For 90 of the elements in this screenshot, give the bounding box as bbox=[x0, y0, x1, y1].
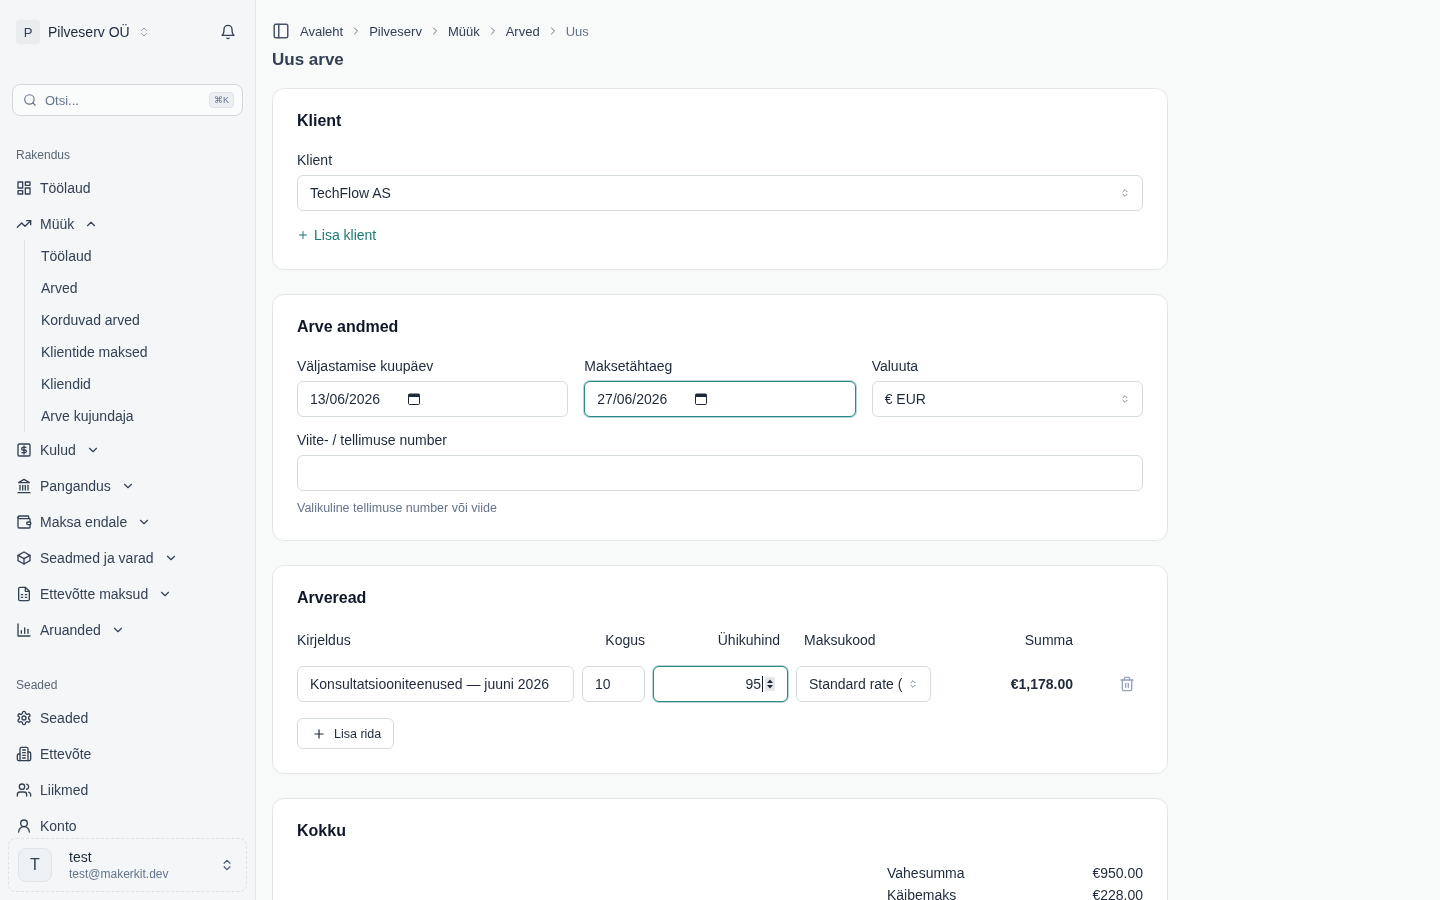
field-label: Maksetähtaeg bbox=[584, 357, 673, 376]
chevrons-up-down-icon bbox=[1120, 394, 1130, 404]
nav-item[interactable]: Konto bbox=[8, 808, 85, 834]
client-select[interactable]: TechFlow AS bbox=[297, 175, 1143, 211]
field-label: Väljastamise kuupäev bbox=[297, 357, 434, 376]
org-switcher[interactable]: P Pilveserv OÜ bbox=[16, 20, 150, 44]
search-field[interactable]: Otsi... ⌘K bbox=[12, 84, 243, 116]
description-input[interactable]: Konsultatsiooniteenused — juuni 2026 bbox=[297, 666, 574, 702]
submenu-item[interactable]: Arved bbox=[25, 272, 78, 304]
line-amount: €1,178.00 bbox=[1010, 676, 1073, 692]
breadcrumb-current-page: Uus bbox=[565, 23, 589, 39]
bar-chart-icon bbox=[16, 622, 32, 638]
date-field[interactable]: 27/06/2026 bbox=[584, 381, 856, 417]
add-client-link[interactable]: Lisa klient bbox=[297, 225, 377, 245]
nav-group-toggle[interactable]: Kulud bbox=[8, 432, 108, 468]
field-label: Klient bbox=[297, 151, 333, 170]
bank-icon bbox=[16, 478, 32, 494]
column-header: Summa bbox=[1024, 631, 1073, 650]
submenu-item[interactable]: Kliendid bbox=[25, 368, 91, 400]
column-header: Ühikuhind bbox=[717, 631, 780, 650]
dashboard-icon bbox=[16, 180, 32, 196]
users-icon bbox=[16, 782, 32, 798]
submenu-item[interactable]: Korduvad arved bbox=[25, 304, 140, 336]
total-label: Vahesumma bbox=[887, 864, 965, 883]
section-label: Rakendus bbox=[15, 147, 71, 164]
column-header: Kirjeldus bbox=[297, 631, 351, 650]
nav-group-toggle[interactable]: Pangandus bbox=[8, 468, 143, 504]
user-menu[interactable]: T test test@makerkit.dev bbox=[8, 838, 247, 892]
field-label: Valuuta bbox=[871, 357, 919, 376]
submenu-item[interactable]: Klientide maksed bbox=[25, 336, 148, 368]
tax-code-select[interactable]: Standard rate ( bbox=[796, 666, 931, 702]
breadcrumb-link[interactable]: Pilveserv bbox=[369, 23, 422, 39]
chevrons-up-down-icon bbox=[1120, 188, 1130, 198]
nav-item[interactable]: Liikmed bbox=[8, 772, 97, 808]
calendar-icon bbox=[695, 393, 708, 405]
box-icon bbox=[16, 550, 32, 566]
total-value: €228.00 bbox=[1092, 886, 1143, 900]
text-cursor-icon bbox=[762, 676, 763, 692]
card-title: Klient bbox=[297, 111, 342, 131]
nav-group-toggle[interactable]: Seadmed ja varad bbox=[8, 540, 186, 576]
quantity-input[interactable]: 10 bbox=[582, 666, 645, 702]
reference-input[interactable] bbox=[297, 455, 1143, 491]
user-name: test bbox=[69, 848, 92, 866]
breadcrumb-link[interactable]: Müük bbox=[447, 23, 480, 39]
section-label: Seaded bbox=[15, 677, 58, 694]
sidebar-toggle-icon[interactable] bbox=[272, 22, 290, 40]
shortcut-hint: ⌘K bbox=[209, 92, 234, 108]
user-avatar: T bbox=[18, 848, 52, 882]
date-field[interactable]: 13/06/2026 bbox=[297, 381, 569, 417]
page-title: Uus arve bbox=[272, 49, 344, 71]
org-name: Pilveserv OÜ bbox=[48, 24, 130, 40]
column-header: Kogus bbox=[605, 631, 645, 650]
nav-group-toggle[interactable]: Maksa endale bbox=[8, 504, 160, 540]
card-title: Arve andmed bbox=[297, 317, 399, 337]
calendar-icon bbox=[408, 393, 421, 405]
nav-group-toggle[interactable]: Müük bbox=[8, 206, 107, 242]
spreadsheet-icon bbox=[16, 586, 32, 602]
nav-group-toggle[interactable]: Ettevõtte maksud bbox=[8, 576, 181, 612]
submenu-item[interactable]: Töölaud bbox=[25, 240, 92, 272]
unit-price-input[interactable]: 95 bbox=[653, 666, 788, 702]
submenu-item[interactable]: Arve kujundaja bbox=[25, 400, 134, 432]
field-label: Viite- / tellimuse number bbox=[297, 431, 447, 450]
bell-icon[interactable] bbox=[220, 24, 236, 40]
card-title: Arveread bbox=[297, 588, 367, 608]
breadcrumb-link[interactable]: Avaleht bbox=[300, 23, 344, 39]
settings-icon bbox=[16, 710, 32, 726]
column-header: Maksukood bbox=[804, 631, 876, 650]
stepper-icon[interactable] bbox=[765, 677, 775, 691]
currency-select[interactable]: € EUR bbox=[871, 381, 1143, 417]
total-value: €950.00 bbox=[1092, 864, 1143, 883]
user-icon bbox=[16, 818, 32, 834]
org-avatar: P bbox=[16, 20, 40, 44]
chevrons-up-down-icon bbox=[908, 679, 918, 689]
plus-icon bbox=[312, 726, 326, 741]
card-title: Kokku bbox=[297, 821, 346, 841]
nav-item[interactable]: Töölaud bbox=[8, 170, 99, 206]
nav-item[interactable]: Ettevõte bbox=[8, 736, 100, 772]
total-label: Käibemaks bbox=[887, 886, 957, 900]
wallet-icon bbox=[16, 514, 32, 530]
add-row-button[interactable]: Lisa rida bbox=[297, 718, 395, 749]
nav-group-toggle[interactable]: Aruanded bbox=[8, 612, 133, 648]
nav-item[interactable]: Seaded bbox=[8, 700, 97, 736]
search-icon bbox=[23, 93, 37, 107]
user-email: test@makerkit.dev bbox=[69, 866, 169, 882]
trash-icon[interactable] bbox=[1119, 676, 1135, 692]
dollar-icon bbox=[16, 442, 32, 458]
building-icon bbox=[16, 746, 32, 762]
field-hint: Valikuline tellimuse number või viide bbox=[297, 500, 497, 516]
plus-icon bbox=[297, 229, 309, 241]
breadcrumb-link[interactable]: Arved bbox=[505, 23, 540, 39]
